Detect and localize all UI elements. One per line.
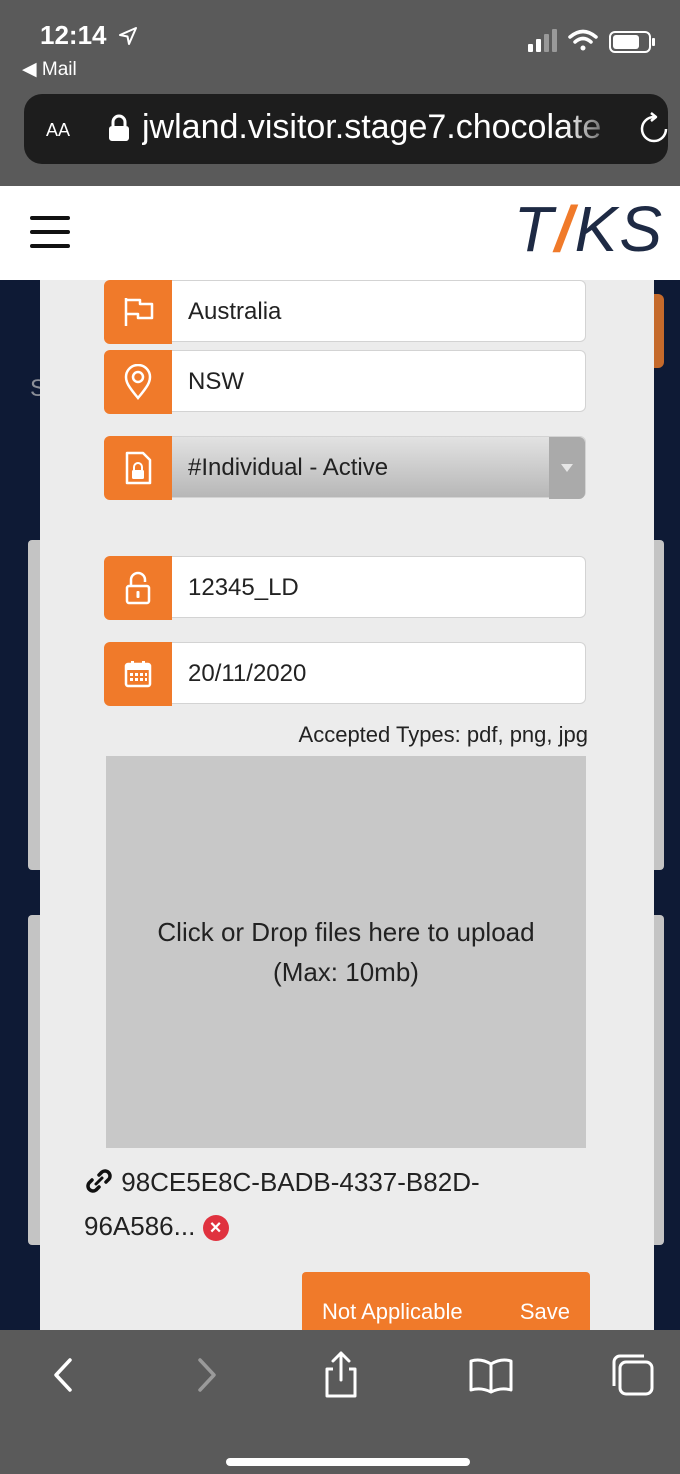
- battery-icon: [609, 31, 655, 53]
- state-field[interactable]: NSW: [104, 350, 588, 414]
- state-input[interactable]: NSW: [172, 350, 586, 412]
- share-icon[interactable]: [316, 1350, 366, 1400]
- file-dropzone[interactable]: Click or Drop files here to upload (Max:…: [106, 756, 586, 1148]
- url-fade: [564, 102, 624, 156]
- remove-file-icon[interactable]: ×: [202, 1215, 229, 1242]
- app-header: T/KS: [0, 186, 680, 280]
- licence-number-input[interactable]: 12345_LD: [172, 556, 586, 618]
- status-icons: [528, 29, 655, 53]
- forward-chevron-icon[interactable]: [180, 1350, 230, 1400]
- document-lock-icon: [104, 436, 172, 500]
- home-indicator[interactable]: [226, 1458, 470, 1466]
- dropzone-text: Click or Drop files here to upload (Max:…: [157, 917, 535, 987]
- url-bar[interactable]: AA jwland.visitor.stage7.chocolate: [24, 94, 668, 164]
- bookmarks-icon[interactable]: [466, 1350, 516, 1400]
- licence-number-field[interactable]: 12345_LD: [104, 556, 588, 620]
- lock-icon: [109, 114, 129, 141]
- signal-icon: [528, 29, 557, 52]
- chevron-down-icon[interactable]: [549, 437, 585, 499]
- country-input[interactable]: Australia: [172, 280, 586, 342]
- status-time: 12:14: [40, 20, 107, 50]
- tabs-icon[interactable]: [608, 1350, 658, 1400]
- flag-icon: [104, 280, 172, 344]
- calendar-icon: [104, 642, 172, 706]
- text-size-button[interactable]: AA: [46, 115, 70, 143]
- type-selected-value: #Individual - Active: [188, 454, 389, 481]
- licence-modal: Australia NSW #Individual - Active 12345…: [40, 280, 654, 1330]
- country-field[interactable]: Australia: [104, 280, 588, 344]
- map-pin-icon: [104, 350, 172, 414]
- type-field[interactable]: #Individual - Active: [104, 436, 588, 500]
- accepted-types-label: Accepted Types: pdf, png, jpg: [298, 722, 588, 747]
- expiry-date-field[interactable]: 20/11/2020: [104, 642, 588, 706]
- back-chevron-icon[interactable]: [40, 1350, 90, 1400]
- attached-file: 98CE5E8C-BADB-4337-B82D-96A586... ×: [84, 1160, 564, 1248]
- location-arrow-icon: [119, 27, 137, 45]
- attached-file-name[interactable]: 98CE5E8C-BADB-4337-B82D-96A586...: [84, 1167, 480, 1241]
- reload-icon[interactable]: [638, 112, 670, 146]
- tiks-logo: T/KS: [513, 193, 664, 265]
- url-text[interactable]: jwland.visitor.stage7.chocolate: [142, 108, 612, 147]
- expiry-date-input[interactable]: 20/11/2020: [172, 642, 586, 704]
- link-icon: [86, 1169, 112, 1193]
- ios-top-chrome: 12:14 ◀ Mail AA jwland.visitor.stage7.ch…: [0, 0, 680, 186]
- hamburger-menu-icon[interactable]: [30, 216, 70, 250]
- safari-toolbar: [0, 1330, 680, 1474]
- wifi-icon: [568, 29, 598, 51]
- type-select[interactable]: #Individual - Active: [172, 436, 586, 499]
- not-applicable-button[interactable]: Not Applicable: [322, 1272, 463, 1330]
- back-to-mail-link[interactable]: ◀ Mail: [22, 58, 77, 81]
- unlock-icon: [104, 556, 172, 620]
- save-button[interactable]: Save: [520, 1272, 570, 1330]
- modal-actions: Not Applicable Save: [302, 1272, 590, 1330]
